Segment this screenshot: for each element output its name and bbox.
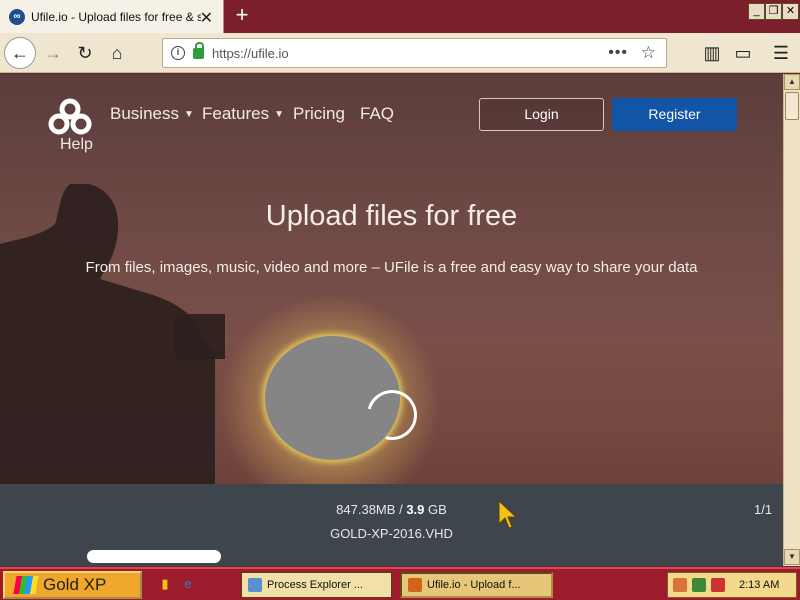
chevron-down-icon: ▼ [183,109,194,120]
help-link[interactable]: Help [60,136,93,154]
task-label: Ufile.io - Upload f... [427,579,521,591]
restore-button[interactable]: ❐ [765,3,782,20]
hero-subtitle: From files, images, music, video and mor… [85,259,698,276]
firefox-icon [408,578,422,592]
start-button[interactable]: Gold XP [3,571,142,599]
nav-pricing[interactable]: Pricing [293,104,345,124]
task-label: Process Explorer ... [267,579,363,591]
upload-filename: GOLD-XP-2016.VHD [330,526,453,541]
uploaded-amount: 847.38MB [336,502,396,517]
tab-close-icon[interactable]: ✕ [200,8,213,28]
tab-strip: ∞ Ufile.io - Upload files for free & sh … [0,0,800,33]
new-tab-button[interactable]: + [232,4,252,26]
task-process-explorer[interactable]: Process Explorer ... [241,572,392,598]
bookmark-star-icon[interactable]: ☆ [641,43,656,63]
total-size: 3.9 [406,502,425,517]
close-window-button[interactable]: ✕ [782,3,799,20]
browser-tab[interactable]: ∞ Ufile.io - Upload files for free & sh … [0,0,224,33]
taskbar: Gold XP ▮ e Process Explorer ... Ufile.i… [0,567,800,600]
minimize-button[interactable]: _ [748,3,765,20]
menu-icon[interactable]: ☰ [766,38,796,68]
page-actions-icon[interactable]: ••• [608,44,628,62]
forward-button[interactable]: → [38,38,68,68]
url-text[interactable]: https://ufile.io [212,46,289,61]
lock-icon [193,41,204,59]
nav-business[interactable]: Business ▼ [110,104,194,124]
tray-network-icon[interactable] [692,578,706,592]
info-icon[interactable]: i [171,46,185,60]
nav-bar: ← → ↻ ⌂ i https://ufile.io ••• ☆ ▥ ▭ ☰ [0,33,800,73]
mouse-cursor-icon [498,500,518,529]
scroll-thumb[interactable] [785,92,799,120]
home-button[interactable]: ⌂ [102,38,132,68]
scroll-up-icon[interactable]: ▲ [784,74,800,90]
upload-progress-panel: 847.38MB / 3.9 GB GOLD-XP-2016.VHD 1/1 [0,484,783,566]
task-ufile-browser[interactable]: Ufile.io - Upload f... [400,572,553,598]
total-size-unit: GB [428,502,447,517]
ufile-logo-icon[interactable] [46,98,94,138]
ufile-favicon-icon: ∞ [9,8,25,25]
nav-features[interactable]: Features ▼ [202,104,284,124]
size-separator: / [399,502,403,517]
windows-logo-icon [13,576,39,594]
sidebar-icon[interactable]: ▭ [728,38,758,68]
explorer-quicklaunch-icon[interactable]: ▮ [157,576,173,592]
upload-count: 1/1 [754,502,773,517]
tray-app-icon[interactable] [673,578,687,592]
upload-progress-bar [87,550,221,563]
nav-faq[interactable]: FAQ [360,104,394,124]
web-page: Help Business ▼ Features ▼ Pricing FAQ Log… [0,74,783,566]
back-button[interactable]: ← [4,37,36,69]
nav-business-label: Business [110,104,179,123]
tab-title: Ufile.io - Upload files for free & sh [31,9,201,24]
register-button[interactable]: Register [612,98,737,131]
page-scrollbar[interactable]: ▲ ▼ [783,74,800,566]
scroll-down-icon[interactable]: ▼ [784,549,800,565]
nav-features-label: Features [202,104,270,123]
clock[interactable]: 2:13 AM [739,579,779,591]
url-bar[interactable]: i https://ufile.io ••• ☆ [162,38,667,68]
system-tray: 2:13 AM [667,572,797,598]
login-button[interactable]: Login [479,98,604,131]
internet-explorer-icon[interactable]: e [180,576,196,592]
reload-button[interactable]: ↻ [70,38,100,68]
hero-title: Upload files for free [265,200,518,232]
tray-security-icon[interactable] [711,578,725,592]
process-explorer-icon [248,578,262,592]
start-label: Gold XP [43,575,107,594]
chevron-down-icon: ▼ [274,109,284,120]
upload-size: 847.38MB / 3.9 GB [0,502,783,517]
library-icon[interactable]: ▥ [697,38,727,68]
